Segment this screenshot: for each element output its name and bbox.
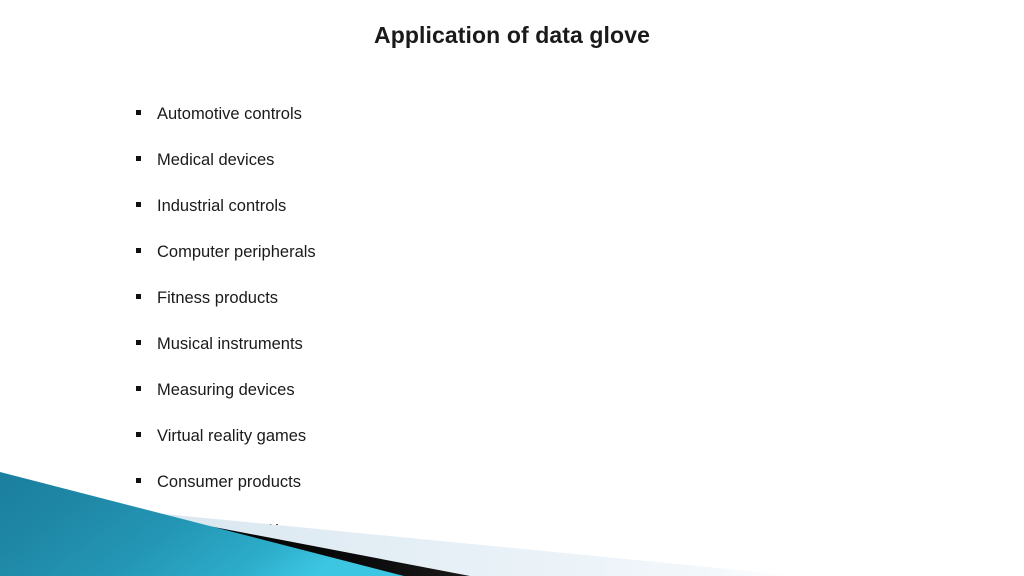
- list-item-label: Physical therapy: [157, 519, 279, 537]
- list-item-label: Automotive controls: [157, 105, 302, 123]
- square-bullet-icon: [136, 432, 141, 437]
- list-item-label: Virtual reality games: [157, 427, 307, 445]
- slide-canvas: Application of data glove Automotive con…: [0, 0, 1024, 576]
- square-bullet-icon: [136, 248, 141, 253]
- list-item: Automotive controls: [136, 104, 776, 150]
- list-item-label: Musical instruments: [157, 335, 303, 353]
- list-item: Industrial controls: [136, 196, 776, 242]
- square-bullet-icon: [136, 340, 141, 345]
- page-title: Application of data glove: [374, 22, 650, 48]
- list-item: Virtual reality games: [136, 426, 776, 472]
- list-item-label: Fitness products: [157, 289, 279, 307]
- square-bullet-icon: [136, 524, 141, 529]
- list-item: Measuring devices: [136, 380, 776, 426]
- list-item-label: Consumer products: [157, 473, 301, 491]
- list-item-label: Computer peripherals: [157, 243, 316, 261]
- square-bullet-icon: [136, 110, 141, 115]
- list-item-label: Industrial controls: [157, 197, 287, 215]
- square-bullet-icon: [136, 294, 141, 299]
- square-bullet-icon: [136, 156, 141, 161]
- bullet-list: Automotive controls Medical devices Indu…: [136, 104, 776, 564]
- list-item-label: Medical devices: [157, 151, 275, 169]
- list-item-label: Measuring devices: [157, 381, 295, 399]
- list-item: Musical instruments: [136, 334, 776, 380]
- list-item: Medical devices: [136, 150, 776, 196]
- list-item: Physical therapy: [136, 518, 776, 564]
- square-bullet-icon: [136, 478, 141, 483]
- square-bullet-icon: [136, 386, 141, 391]
- list-item: Computer peripherals: [136, 242, 776, 288]
- square-bullet-icon: [136, 202, 141, 207]
- list-item: Consumer products: [136, 472, 776, 518]
- list-item: Fitness products: [136, 288, 776, 334]
